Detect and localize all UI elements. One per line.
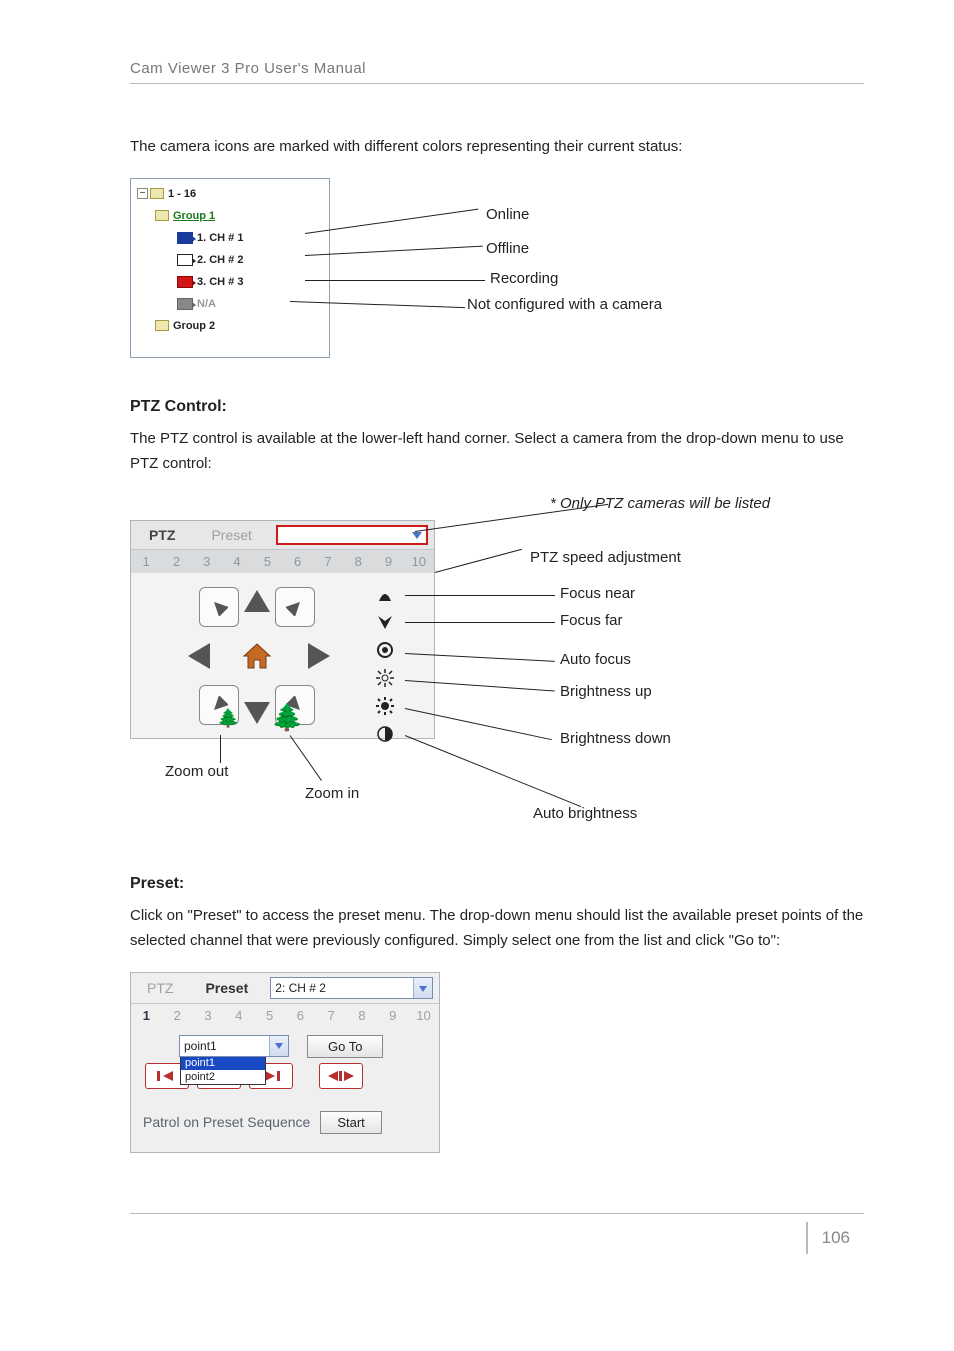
- label-auto-bright: Auto brightness: [533, 805, 637, 822]
- goto-button[interactable]: Go To: [307, 1035, 383, 1058]
- preset-option[interactable]: point2: [181, 1070, 265, 1084]
- ptz-home-button[interactable]: [237, 636, 277, 676]
- folder-icon: [155, 320, 169, 331]
- header-title: Cam Viewer 3 Pro User's Manual: [130, 60, 864, 77]
- tree-na: N/A: [197, 298, 216, 310]
- preset-point-options[interactable]: point1 point2: [180, 1055, 266, 1085]
- dir-left[interactable]: [179, 636, 219, 676]
- ptz-text: The PTZ control is available at the lowe…: [130, 426, 864, 477]
- camera-status-diagram: − 1 - 16 Group 1 1. CH # 1 2. CH # 2 3. …: [130, 178, 830, 368]
- start-button[interactable]: Start: [320, 1111, 381, 1134]
- camera-tree-panel: − 1 - 16 Group 1 1. CH # 1 2. CH # 2 3. …: [130, 178, 330, 358]
- page-number: 106: [806, 1222, 864, 1254]
- tree-group2[interactable]: Group 2: [173, 320, 215, 332]
- dir-up[interactable]: [237, 581, 277, 621]
- preset-point-dropdown[interactable]: point1: [179, 1035, 289, 1057]
- auto-brightness-icon[interactable]: [371, 721, 399, 747]
- ptz-note: * Only PTZ cameras will be listed: [550, 495, 770, 512]
- tree-ch1[interactable]: 1. CH # 1: [197, 232, 243, 244]
- camera-na-icon: [177, 298, 193, 310]
- preset-heading: Preset:: [130, 875, 864, 893]
- preset-last-button[interactable]: [319, 1063, 363, 1089]
- camera-online-icon: [177, 232, 193, 244]
- label-notconfigured: Not configured with a camera: [467, 296, 662, 313]
- collapse-icon[interactable]: −: [137, 188, 148, 199]
- tree-group1[interactable]: Group 1: [173, 210, 215, 222]
- label-speed-adj: PTZ speed adjustment: [530, 549, 681, 566]
- intro-text: The camera icons are marked with differe…: [130, 134, 864, 160]
- tree-ch3[interactable]: 3. CH # 3: [197, 276, 243, 288]
- zoom-out-icon[interactable]: 🌲: [217, 708, 239, 729]
- preset-panel: PTZ Preset 2: CH # 2 12345678910 point1 …: [130, 972, 440, 1153]
- label-focus-near: Focus near: [560, 585, 635, 602]
- patrol-label: Patrol on Preset Sequence: [143, 1114, 310, 1130]
- label-bright-up: Brightness up: [560, 683, 652, 700]
- focus-far-icon[interactable]: [371, 609, 399, 635]
- label-zoom-out: Zoom out: [165, 763, 228, 780]
- tab-ptz[interactable]: PTZ: [131, 521, 193, 549]
- auto-focus-icon[interactable]: [371, 637, 399, 663]
- dir-right[interactable]: [299, 636, 339, 676]
- header-rule: [130, 83, 864, 84]
- camera-recording-icon: [177, 276, 193, 288]
- preset-speed-row[interactable]: 12345678910: [131, 1004, 439, 1027]
- ptz-panel: PTZ Preset 12345678910: [130, 520, 435, 739]
- label-bright-down: Brightness down: [560, 730, 671, 747]
- label-offline: Offline: [486, 240, 529, 257]
- tree-root[interactable]: 1 - 16: [168, 188, 196, 200]
- folder-icon: [150, 188, 164, 199]
- ptz-diagram: * Only PTZ cameras will be listed PTZ Pr…: [130, 495, 830, 835]
- label-recording: Recording: [490, 270, 558, 287]
- label-online: Online: [486, 206, 529, 223]
- dir-up-right[interactable]: [275, 587, 315, 627]
- label-auto-focus: Auto focus: [560, 651, 631, 668]
- focus-near-icon[interactable]: [371, 581, 399, 607]
- preset-tab-ptz[interactable]: PTZ: [131, 974, 189, 1002]
- label-zoom-in: Zoom in: [305, 785, 359, 802]
- tree-ch2[interactable]: 2. CH # 2: [197, 254, 243, 266]
- preset-text: Click on "Preset" to access the preset m…: [130, 903, 864, 954]
- zoom-in-icon[interactable]: 🌲: [271, 702, 303, 733]
- preset-channel-dropdown[interactable]: 2: CH # 2: [270, 977, 433, 999]
- label-focus-far: Focus far: [560, 612, 623, 629]
- brightness-down-icon[interactable]: [371, 693, 399, 719]
- brightness-up-icon[interactable]: [371, 665, 399, 691]
- ptz-speed-row[interactable]: 12345678910: [131, 550, 434, 573]
- camera-offline-icon: [177, 254, 193, 266]
- ptz-heading: PTZ Control:: [130, 398, 864, 416]
- preset-point-value: point1: [184, 1039, 217, 1053]
- dir-up-left[interactable]: [199, 587, 239, 627]
- preset-channel-value: 2: CH # 2: [275, 981, 326, 995]
- ptz-dpad: 🌲 🌲: [171, 581, 343, 731]
- ptz-camera-dropdown[interactable]: [276, 525, 428, 545]
- folder-icon: [155, 210, 169, 221]
- preset-option[interactable]: point1: [181, 1056, 265, 1070]
- tab-preset[interactable]: Preset: [193, 521, 269, 549]
- preset-tab-preset[interactable]: Preset: [189, 974, 264, 1002]
